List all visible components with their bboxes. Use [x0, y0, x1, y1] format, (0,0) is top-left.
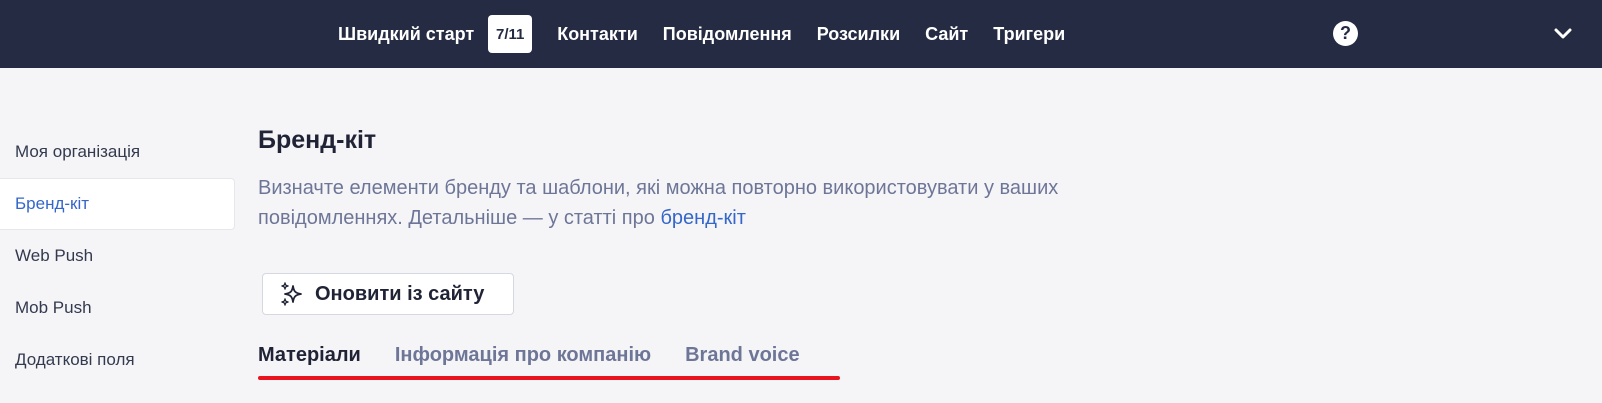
quick-start-progress-badge[interactable]: 7/11 [488, 15, 533, 53]
main-nav: Швидкий старт 7/11 Контакти Повідомлення… [338, 0, 1090, 68]
page-description: Визначте елементи бренду та шаблони, які… [258, 173, 1158, 233]
sidebar-item-custom-fields[interactable]: Додаткові поля [0, 334, 235, 386]
help-icon[interactable]: ? [1333, 21, 1358, 46]
sidebar-item-label: Web Push [15, 246, 94, 265]
sidebar-item-brand-kit[interactable]: Бренд-кіт [0, 178, 235, 230]
tab-brand-voice[interactable]: Brand voice [685, 344, 799, 367]
update-from-site-button[interactable]: Оновити із сайту [262, 273, 514, 315]
settings-sidebar: Моя організація Бренд-кіт Web Push Mob P… [0, 126, 235, 386]
sidebar-item-my-organization[interactable]: Моя організація [0, 126, 235, 178]
sparkle-icon [279, 281, 305, 307]
nav-messages[interactable]: Повідомлення [663, 24, 792, 45]
brand-kit-tabs: Матеріали Інформація про компанію Brand … [258, 344, 834, 380]
nav-contacts[interactable]: Контакти [557, 24, 638, 45]
nav-campaigns[interactable]: Розсилки [817, 24, 900, 45]
update-from-site-label: Оновити із сайту [315, 282, 485, 305]
sidebar-item-label: Mob Push [15, 298, 92, 317]
sidebar-item-label: Моя організація [15, 142, 141, 161]
description-line-2: повідомленнях. Детальніше — у статті про [258, 207, 661, 229]
sidebar-item-label: Додаткові поля [15, 350, 135, 369]
brand-kit-article-link[interactable]: бренд-кіт [660, 207, 745, 229]
tab-materials[interactable]: Матеріали [258, 344, 361, 367]
nav-triggers[interactable]: Тригери [993, 24, 1065, 45]
nav-site[interactable]: Сайт [925, 24, 968, 45]
top-navigation-bar: Швидкий старт 7/11 Контакти Повідомлення… [0, 0, 1602, 68]
page-title: Бренд-кіт [258, 126, 377, 154]
sidebar-item-web-push[interactable]: Web Push [0, 230, 235, 282]
tab-company-info[interactable]: Інформація про компанію [395, 344, 651, 367]
sidebar-item-label: Бренд-кіт [15, 194, 90, 213]
chevron-down-icon[interactable] [1553, 24, 1573, 44]
description-line-1: Визначте елементи бренду та шаблони, які… [258, 177, 1059, 199]
tabs-highlight-underline [258, 376, 840, 380]
sidebar-item-mob-push[interactable]: Mob Push [0, 282, 235, 334]
nav-quick-start[interactable]: Швидкий старт [338, 24, 474, 45]
